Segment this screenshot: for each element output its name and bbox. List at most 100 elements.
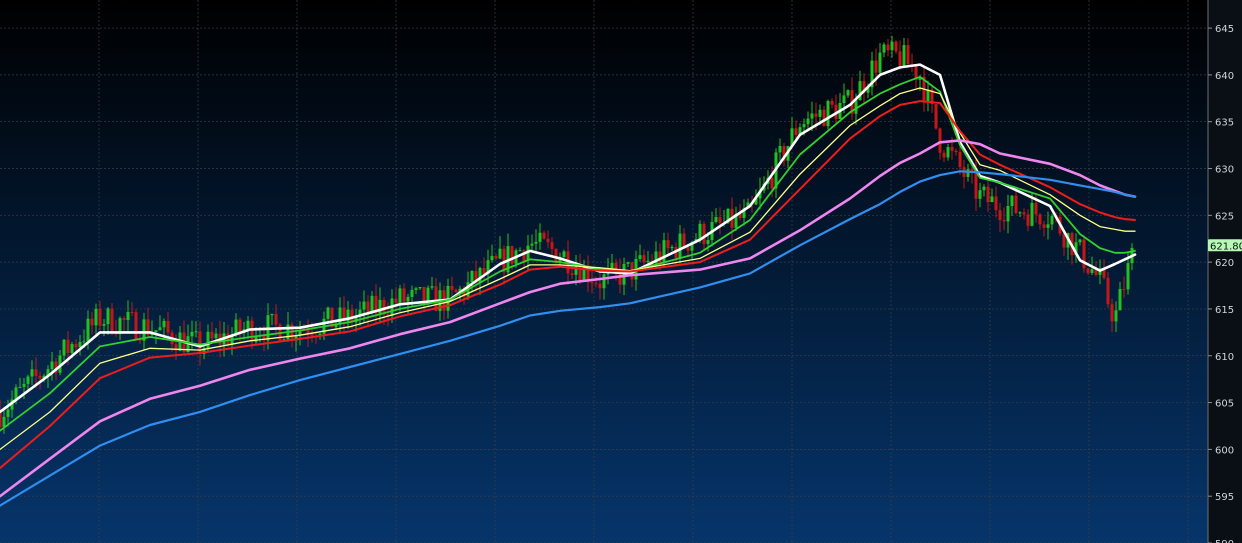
candle-body <box>678 233 682 259</box>
candle-body <box>1110 304 1114 322</box>
price-tick-label: 615 <box>1215 305 1234 316</box>
candle-body <box>946 147 950 158</box>
candle-body <box>234 319 238 335</box>
candle-body <box>326 307 330 319</box>
candle-body <box>958 152 962 168</box>
candle-body <box>534 241 538 244</box>
candle-body <box>982 186 986 191</box>
candle-body <box>194 331 198 333</box>
candle-body <box>602 274 606 289</box>
candle-body <box>1090 269 1094 273</box>
candle-body <box>126 312 130 321</box>
candle-body <box>122 318 126 321</box>
candle-body <box>670 246 674 249</box>
candle-body <box>22 383 26 387</box>
price-tick-label: 645 <box>1215 24 1234 35</box>
candle-body <box>770 177 774 189</box>
candle-body <box>906 45 910 65</box>
price-chart: 590 595 600 605 610 615 620 625 630 635 640 645 621… <box>0 0 1242 543</box>
price-tick-label: 625 <box>1215 211 1234 222</box>
candle-body <box>1002 219 1006 222</box>
candle-body <box>490 255 494 261</box>
candle-body <box>190 331 194 337</box>
candle-body <box>1018 212 1022 214</box>
candle-body <box>998 210 1002 220</box>
price-tick-label: 630 <box>1215 165 1234 176</box>
price-tick-label: 620 <box>1215 258 1234 269</box>
candle-body <box>778 146 782 153</box>
candle-body <box>926 89 930 103</box>
candle-body <box>94 308 98 326</box>
candle-body <box>310 334 314 336</box>
candle-body <box>794 128 798 136</box>
candle-body <box>686 247 690 251</box>
candle-body <box>1026 214 1030 226</box>
candle-body <box>74 344 78 348</box>
candle-body <box>978 190 982 199</box>
candle-body <box>270 313 274 316</box>
candle-body <box>626 262 630 264</box>
candle-body <box>702 223 706 244</box>
candle-body <box>990 196 994 203</box>
candle-body <box>642 255 646 263</box>
candle-body <box>1086 268 1090 273</box>
last-price-badge: 621.80 <box>1208 239 1242 252</box>
candle-body <box>274 313 278 325</box>
candle-body <box>470 270 474 283</box>
candle-body <box>874 60 878 73</box>
candle-body <box>30 369 34 377</box>
price-tick-label: 590 <box>1215 539 1234 543</box>
candle-body <box>446 285 450 311</box>
candle-body <box>214 333 218 339</box>
candle-body <box>898 51 902 66</box>
candle-body <box>78 342 82 348</box>
candle-body <box>538 232 542 242</box>
candle-body <box>706 240 710 244</box>
candle-body <box>542 232 546 239</box>
candle-body <box>422 286 426 303</box>
candle-body <box>698 223 702 240</box>
candle-body <box>598 283 602 289</box>
candle-body <box>994 196 998 211</box>
candle-body <box>254 336 258 342</box>
candle-body <box>802 124 806 128</box>
candle-body <box>1022 212 1026 215</box>
candle-body <box>886 44 890 51</box>
candle-body <box>2 416 6 427</box>
candle-body <box>986 186 990 203</box>
candle-body <box>518 250 522 252</box>
candle-body <box>610 263 614 269</box>
candle-body <box>530 243 534 246</box>
candle-body <box>954 150 958 153</box>
candle-body <box>846 90 850 96</box>
candle-body <box>410 289 414 297</box>
candle-body <box>562 251 566 258</box>
candle-body <box>430 286 434 288</box>
price-tick-label: 605 <box>1215 399 1234 410</box>
candle-body <box>154 330 158 333</box>
candle-body <box>1010 195 1014 207</box>
candle-body <box>414 288 418 290</box>
candle-body <box>878 52 882 73</box>
candle-body <box>890 41 894 51</box>
candle-body <box>822 109 826 127</box>
candle-body <box>402 288 406 302</box>
candle-body <box>102 324 106 326</box>
candle-body <box>66 339 70 353</box>
candle-body <box>950 147 954 151</box>
candle-body <box>934 103 938 129</box>
candle-body <box>894 41 898 52</box>
candle-body <box>206 331 210 348</box>
candle-body <box>210 331 214 339</box>
candle-body <box>810 113 814 119</box>
candle-body <box>942 152 946 158</box>
price-tick-label: 595 <box>1215 492 1234 503</box>
candle-body <box>1078 239 1082 243</box>
candle-body <box>134 312 138 340</box>
candle-body <box>1114 310 1118 322</box>
candle-body <box>0 411 2 427</box>
candle-body <box>902 45 906 66</box>
candle-body <box>1118 289 1122 311</box>
candle-body <box>662 240 666 263</box>
candle-body <box>418 286 422 289</box>
